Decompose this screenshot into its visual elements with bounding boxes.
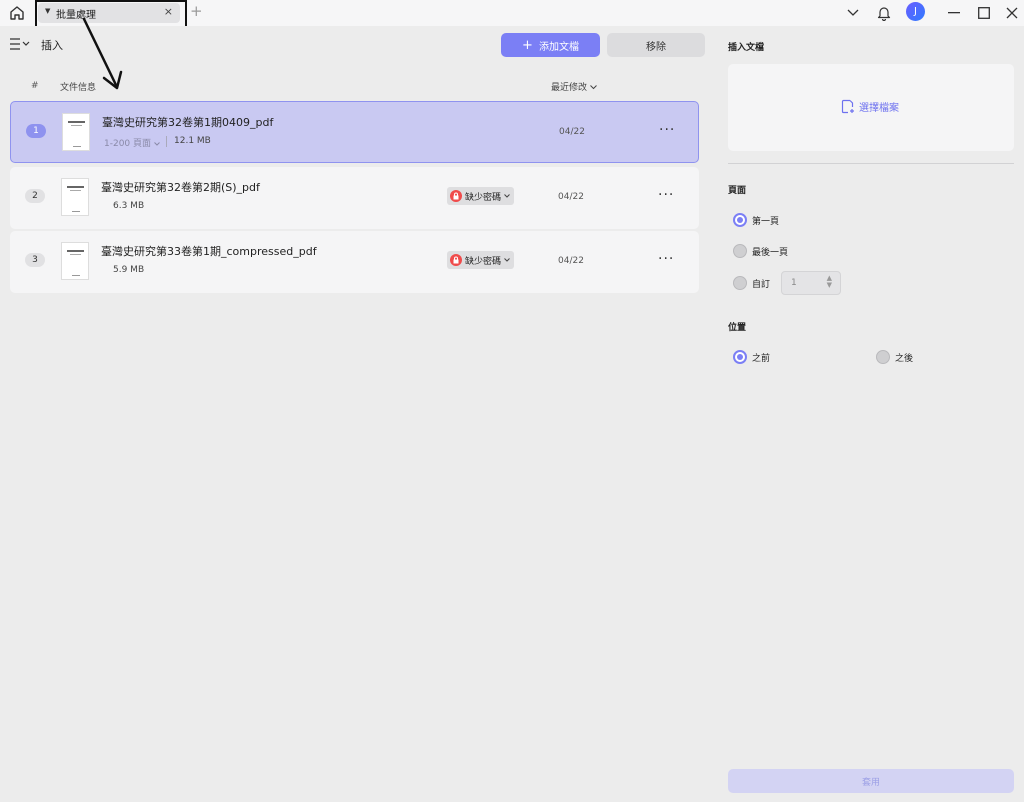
radio-selected-indicator [733,350,747,364]
file-row[interactable]: 1 臺灣史研究第32卷第1期0409_pdf 1-200 頁面 12.1 MB … [10,101,699,163]
chevron-down-icon[interactable] [843,3,863,23]
column-header-file-info: 文件信息 [60,83,97,93]
missing-password-label: 缺少密碼 [465,192,502,203]
minimize-icon[interactable] [944,3,964,23]
row-number: 3 [25,253,45,267]
modified-date: 04/22 [559,127,585,137]
apply-button[interactable]: 套用 [728,769,1014,793]
file-row[interactable]: 3 臺灣史研究第33卷第1期_compressed_pdf 5.9 MB 缺少密… [10,231,699,293]
file-list-panel: 插入 + 添加文檔 移除 # 文件信息 最近修改 1 臺灣史研究第32卷第1期0… [0,26,712,802]
radio-custom-page[interactable]: 自訂 [733,276,770,290]
avatar[interactable]: J [906,2,925,21]
radio-selected-indicator [733,213,747,227]
radio-after[interactable]: 之後 [876,350,913,364]
menu-icon[interactable] [10,37,32,51]
choose-file-button[interactable]: 選擇檔案 [841,99,899,114]
add-tab-icon[interactable]: + [190,2,203,20]
modified-date: 04/22 [558,192,584,202]
home-icon[interactable] [7,3,27,23]
close-window-icon[interactable] [1002,3,1022,23]
radio-indicator [733,244,747,258]
more-options-icon[interactable]: ··· [659,122,675,138]
row-number: 2 [25,189,45,203]
sort-chevron-icon [590,85,597,90]
bell-icon[interactable] [874,3,894,23]
more-options-icon[interactable]: ··· [658,251,674,267]
column-header-number: # [31,81,39,91]
add-file-icon [841,99,854,114]
row-number: 1 [26,124,46,138]
file-thumbnail [62,113,90,151]
missing-password-badge[interactable]: 缺少密碼 [447,187,514,205]
modified-date: 04/22 [558,256,584,266]
radio-last-page[interactable]: 最後一頁 [733,244,788,258]
radio-label: 第一頁 [752,216,780,227]
maximize-icon[interactable] [974,3,994,23]
title-bar: ▼ 批量處理 × + J [0,0,1024,35]
choose-file-label: 選擇檔案 [859,103,899,114]
file-thumbnail [61,242,89,280]
radio-label: 最後一頁 [752,247,789,258]
chevron-down-icon [154,142,160,146]
file-name: 臺灣史研究第33卷第1期_compressed_pdf [101,245,317,258]
missing-password-badge[interactable]: 缺少密碼 [447,251,514,269]
radio-label: 之前 [752,353,771,364]
radio-label: 之後 [895,353,914,364]
add-document-button[interactable]: + 添加文檔 [501,33,600,57]
radio-indicator [733,276,747,290]
column-header-modified[interactable]: 最近修改 [551,80,597,93]
stepper-value: 1 [791,278,797,288]
position-section-title: 位置 [728,323,747,333]
file-name: 臺灣史研究第32卷第2期(S)_pdf [101,181,260,194]
insert-settings-panel: 插入文檔 選擇檔案 頁面 第一頁 最後一頁 自訂 1 ▲ ▼ 位置 之前 之後 套… [715,26,1024,802]
lock-icon [450,254,462,266]
page-range-select[interactable]: 1-200 頁面 [104,136,160,149]
chevron-down-icon [504,258,510,262]
file-row[interactable]: 2 臺灣史研究第32卷第2期(S)_pdf 6.3 MB 缺少密碼 04/22 … [10,167,699,229]
file-drop-area[interactable]: 選擇檔案 [728,64,1014,151]
remove-button[interactable]: 移除 [607,33,705,57]
custom-page-stepper[interactable]: 1 ▲ ▼ [781,271,841,295]
file-size: 6.3 MB [113,201,145,211]
page-section-title: 頁面 [728,186,747,196]
divider [166,136,167,147]
panel-title: 插入 [41,39,63,52]
stepper-arrows-icon[interactable]: ▲ ▼ [827,275,832,289]
divider [728,163,1014,164]
insert-document-title: 插入文檔 [728,43,765,53]
more-options-icon[interactable]: ··· [658,187,674,203]
radio-first-page[interactable]: 第一頁 [733,213,779,227]
file-name: 臺灣史研究第32卷第1期0409_pdf [102,116,274,129]
add-document-label: 添加文檔 [538,41,579,53]
lock-icon [450,190,462,202]
file-size: 12.1 MB [174,136,211,146]
file-size: 5.9 MB [113,265,145,275]
radio-indicator [876,350,890,364]
missing-password-label: 缺少密碼 [465,256,502,267]
plus-icon: + [522,37,533,53]
radio-before[interactable]: 之前 [733,350,770,364]
chevron-down-icon [504,194,510,198]
file-thumbnail [61,178,89,216]
radio-label: 自訂 [752,279,771,290]
